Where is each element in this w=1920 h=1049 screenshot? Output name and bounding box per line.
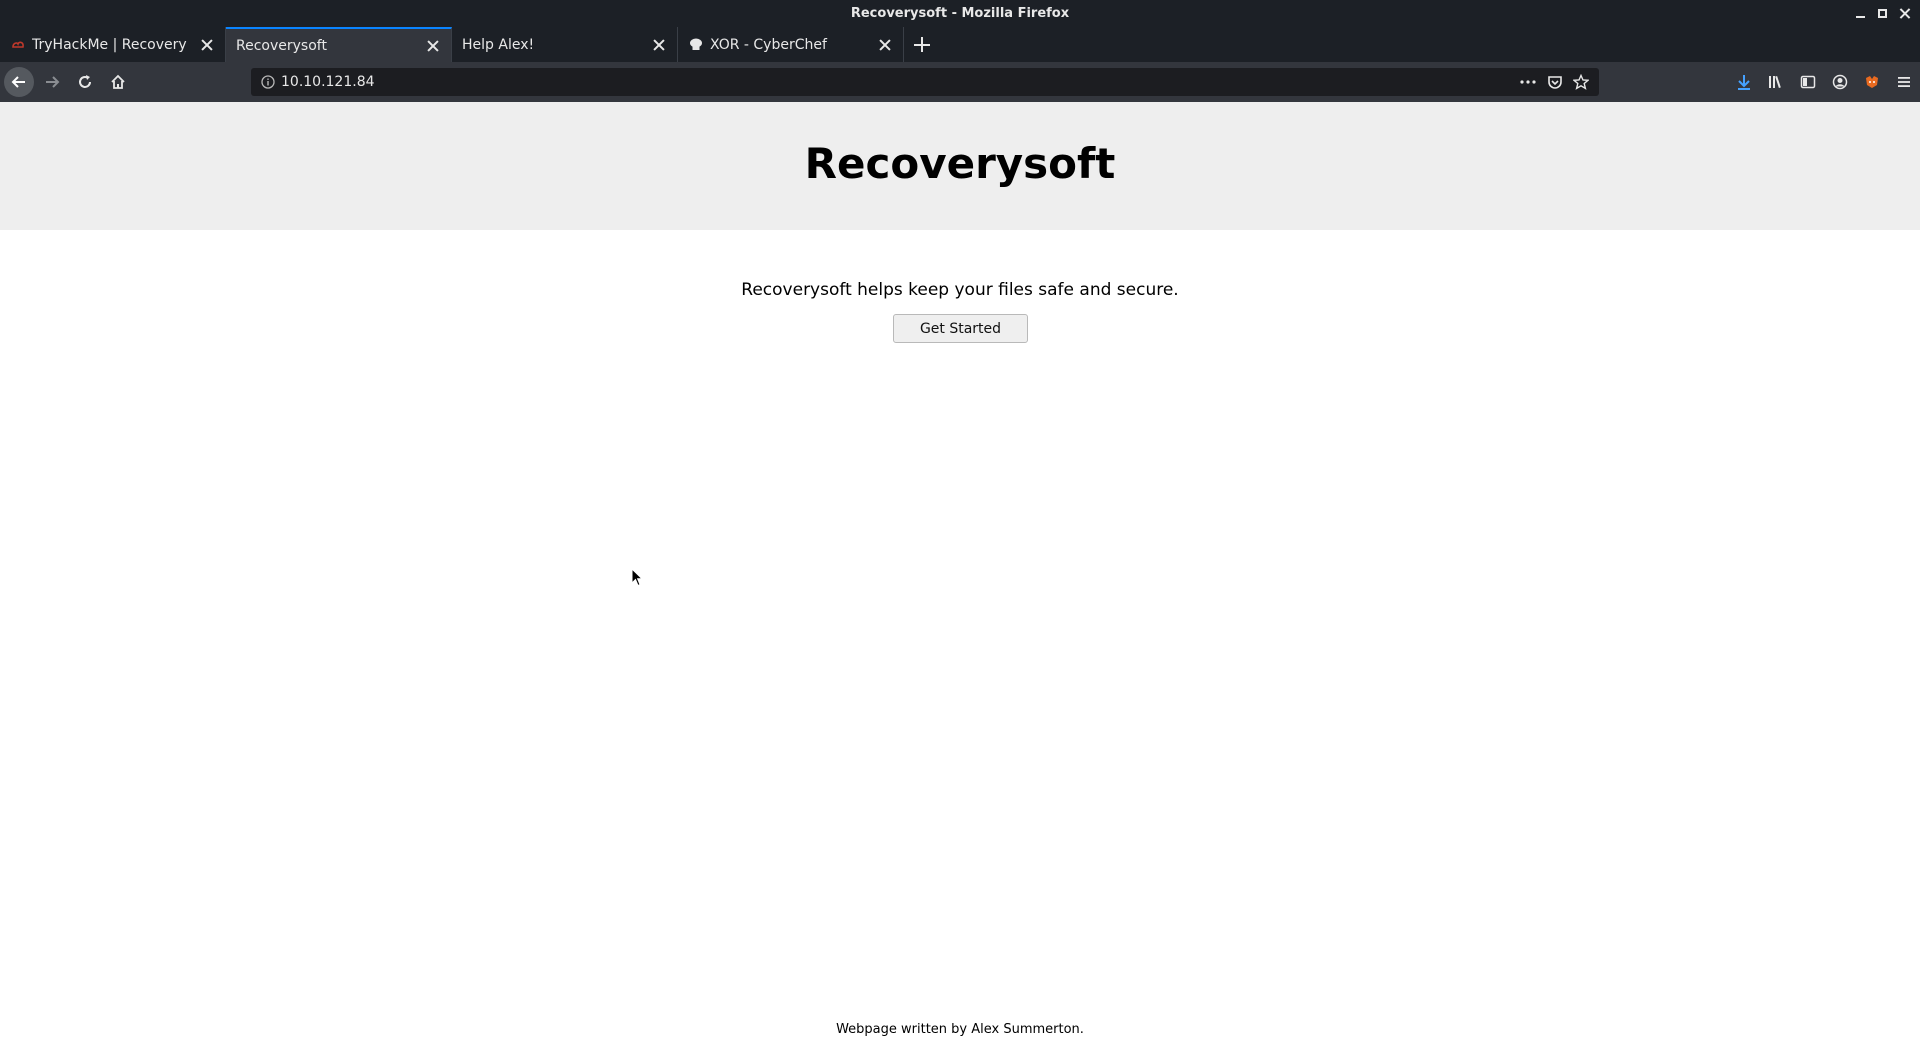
sidebar-icon xyxy=(1800,75,1816,89)
downloads-button[interactable] xyxy=(1728,62,1760,102)
reload-icon xyxy=(79,75,91,88)
title-bar: Recoverysoft - Mozilla Firefox xyxy=(0,0,1920,27)
home-icon xyxy=(111,74,125,89)
download-icon xyxy=(1738,75,1750,90)
page-content: Recoverysoft Recoverysoft helps keep you… xyxy=(0,102,1920,1049)
window-controls xyxy=(1850,0,1916,27)
account-button[interactable] xyxy=(1824,62,1856,102)
tab-recoverysoft[interactable]: Recoverysoft xyxy=(226,27,452,62)
url-text[interactable]: 10.10.121.84 xyxy=(281,74,1519,90)
tab-cyberchef[interactable]: XOR - CyberChef xyxy=(678,27,904,62)
home-button[interactable] xyxy=(103,67,133,97)
page-actions-icon[interactable] xyxy=(1519,74,1537,90)
new-tab-button[interactable] xyxy=(904,27,940,62)
tab-close-icon[interactable] xyxy=(647,33,671,57)
tab-label: Recoverysoft xyxy=(236,37,327,54)
close-window-icon[interactable] xyxy=(1894,0,1916,27)
tab-label: TryHackMe | Recovery xyxy=(32,36,187,53)
extension-button[interactable] xyxy=(1856,62,1888,102)
menu-button[interactable] xyxy=(1888,62,1920,102)
url-bar[interactable]: 10.10.121.84 xyxy=(251,68,1599,96)
get-started-button[interactable]: Get Started xyxy=(893,314,1028,343)
sidebar-button[interactable] xyxy=(1792,62,1824,102)
cyberchef-icon xyxy=(688,37,704,53)
tab-close-icon[interactable] xyxy=(873,33,897,57)
tryhackme-icon xyxy=(10,37,26,53)
firefox-window: Recoverysoft - Mozilla Firefox TryHackMe… xyxy=(0,0,1920,1049)
bookmark-star-icon[interactable] xyxy=(1573,74,1589,90)
maximize-icon[interactable] xyxy=(1872,0,1894,27)
tab-close-icon[interactable] xyxy=(195,33,219,57)
page-header: Recoverysoft xyxy=(0,102,1920,230)
pocket-icon[interactable] xyxy=(1547,74,1563,90)
tab-help-alex[interactable]: Help Alex! xyxy=(452,27,678,62)
mouse-cursor-icon xyxy=(631,568,643,587)
forward-arrow-icon xyxy=(46,76,60,88)
foxyproxy-icon xyxy=(1866,76,1878,88)
tab-label: XOR - CyberChef xyxy=(710,36,827,53)
tagline-text: Recoverysoft helps keep your files safe … xyxy=(741,280,1179,300)
hamburger-menu-icon xyxy=(1898,77,1910,87)
minimize-icon[interactable] xyxy=(1850,0,1872,27)
tab-tryhackme[interactable]: TryHackMe | Recovery xyxy=(0,27,226,62)
page-footer: Webpage written by Alex Summerton. xyxy=(836,1022,1084,1037)
toolbar-right xyxy=(1728,62,1920,102)
reload-button[interactable] xyxy=(70,67,100,97)
site-info-icon[interactable] xyxy=(255,75,281,89)
account-icon xyxy=(1832,74,1848,90)
tab-label: Help Alex! xyxy=(462,36,535,53)
url-bar-actions xyxy=(1519,74,1589,90)
navigation-toolbar: 10.10.121.84 xyxy=(0,62,1920,102)
tab-close-icon[interactable] xyxy=(421,34,445,58)
back-arrow-icon xyxy=(11,76,25,88)
forward-button[interactable] xyxy=(37,67,67,97)
tab-strip: TryHackMe | Recovery Recoverysoft Help A… xyxy=(0,27,1920,62)
back-button[interactable] xyxy=(4,67,34,97)
page-title: Recoverysoft xyxy=(804,138,1116,188)
library-button[interactable] xyxy=(1760,62,1792,102)
library-icon xyxy=(1769,75,1781,89)
window-title: Recoverysoft - Mozilla Firefox xyxy=(850,6,1070,21)
